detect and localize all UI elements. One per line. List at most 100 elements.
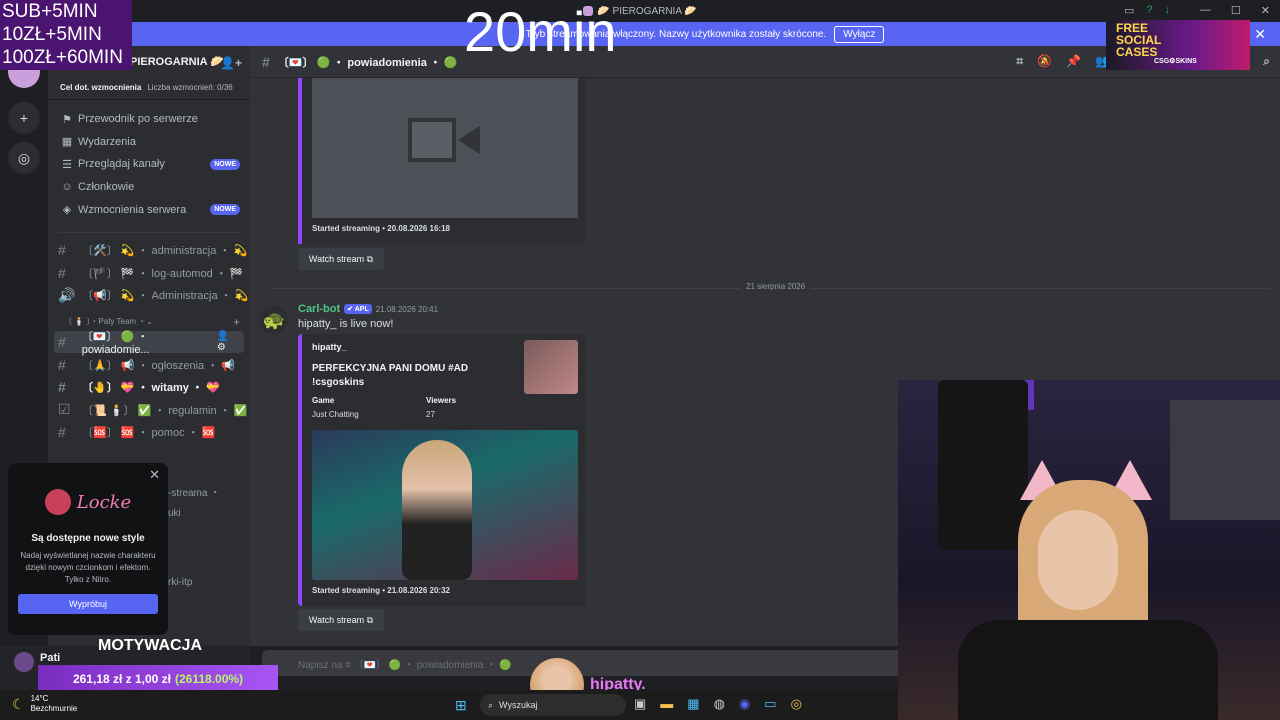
watch-stream-button[interactable]: Watch stream ⧉ xyxy=(298,248,384,270)
embed-footer: Started streaming • 20.08.2026 16:18 xyxy=(312,224,450,233)
webcam-overlay xyxy=(898,380,1280,720)
pin-icon[interactable]: 📌 xyxy=(1066,54,1081,69)
taskbar-apps: ▣ ▬ ▦ ◍ ◉ ▭ ◎ xyxy=(634,696,802,712)
taskbar-search[interactable]: ⌕ Wyszukaj xyxy=(480,694,626,716)
stream-preview-image[interactable] xyxy=(312,430,578,580)
rules-icon: ☑ xyxy=(58,401,71,418)
embed-title[interactable]: PERFEKCYJNA PANI DOMU #AD !csgoskins xyxy=(312,362,482,390)
nav-events[interactable]: ▦ Wydarzenia xyxy=(48,131,250,154)
message-header: Carl-bot ✔ APL 21.08.2026 20:41 xyxy=(298,303,438,315)
boost-goal[interactable]: Cel dot. wzmocnienia Liczba wzmocnień: 0… xyxy=(48,76,250,100)
bot-avatar[interactable]: 🐢 xyxy=(260,306,288,334)
calendar-icon: ▦ xyxy=(61,136,73,149)
minimize-button[interactable]: — xyxy=(1200,4,1211,17)
field-viewers-value: 27 xyxy=(426,410,435,419)
nav-server-guide[interactable]: ⚑ Przewodnik po serwerze xyxy=(48,108,250,131)
try-button[interactable]: Wypróbuj xyxy=(18,594,158,614)
channel-pomoc[interactable]: # 〔🆘〕 🆘 ・ pomoc ・ 🆘 xyxy=(48,421,250,444)
external-link-icon: ⧉ xyxy=(366,253,374,264)
window-controls: — ☐ ✕ xyxy=(1200,4,1270,17)
explore-icon[interactable]: ◎ xyxy=(8,142,40,174)
divider xyxy=(58,221,240,233)
ad-brand: CSG⚙SKINS xyxy=(1154,58,1197,65)
gear-icon[interactable]: 👤⚙ xyxy=(217,331,238,353)
close-icon[interactable]: ✕ xyxy=(149,467,160,483)
channel-label: 〔🆘〕 🆘 ・ pomoc ・ 🆘 xyxy=(82,427,216,440)
channel-title: 〔💌〕 🟢 ・ powiadomienia ・ 🟢 xyxy=(277,56,458,69)
app-icon[interactable]: ◍ xyxy=(714,696,725,712)
discord-icon[interactable]: ◉ xyxy=(739,696,750,712)
popup-body: Nadaj wyświetlanej nazwie charakteru dzi… xyxy=(20,551,156,584)
channel-log-automod[interactable]: # 〔🏴〕 🏁 ・ log-automod ・ 🏁 xyxy=(48,262,250,285)
avatar xyxy=(44,489,71,515)
streamer-body xyxy=(958,620,1218,720)
disable-streamer-mode-button[interactable]: Wyłącz xyxy=(834,25,885,43)
weather-condition: Bezchmurnie xyxy=(30,704,78,713)
voice-channel-administracja[interactable]: 🔊 〔📢〕 💫 ・ Administracja ・ 💫 xyxy=(48,284,250,307)
channel-label: 〔🛠️〕 💫 ・ administracja ・ 💫 xyxy=(82,245,248,258)
field-game-value: Just Chatting xyxy=(312,410,359,419)
search-icon[interactable]: ⌕ xyxy=(1263,54,1270,69)
donation-goal-bar: 261,18 zł z 1,00 zł (26118.00%) xyxy=(38,665,278,693)
windows-start-icon[interactable]: ⊞ xyxy=(455,697,467,714)
maximize-button[interactable]: ☐ xyxy=(1231,4,1241,17)
goal-amount: 261,18 zł z 1,00 zł xyxy=(72,672,171,686)
streamer-figure xyxy=(402,440,472,580)
date-divider: 21 sierpnia 2026 xyxy=(270,282,1270,291)
server-nav: ⚑ Przewodnik po serwerze ▦ Wydarzenia ☰ … xyxy=(48,100,250,221)
hash-icon: # xyxy=(58,242,66,259)
mute-icon[interactable]: 🔕 xyxy=(1037,54,1052,69)
windows-taskbar: ☾ 14°C Bezchmurnie ⊞ ⌕ Wyszukaj ▣ ▬ ▦ ◍ … xyxy=(0,690,898,720)
hash-icon: # xyxy=(58,356,66,373)
chrome-icon[interactable]: ◎ xyxy=(791,696,802,712)
stream-embed: hipatty_ PERFEKCYJNA PANI DOMU #AD !csgo… xyxy=(298,334,586,606)
nav-label: Przewodnik po serwerze xyxy=(78,113,198,126)
channel-label: 〔🙏〕 📢 ・ ogłoszenia ・ 📢 xyxy=(82,359,235,372)
watch-stream-button[interactable]: Watch stream ⧉ xyxy=(298,609,384,631)
channel-administracja[interactable]: # 〔🛠️〕 💫 ・ administracja ・ 💫 xyxy=(48,239,250,262)
close-button[interactable]: ✕ xyxy=(1261,4,1270,17)
watch-label: Watch stream xyxy=(308,254,365,264)
embed-thumbnail xyxy=(524,340,578,394)
close-notice-icon[interactable]: ✕ xyxy=(1254,26,1266,43)
channel-label: 〔💌〕 🟢 ・ powiadomie... xyxy=(81,331,150,357)
add-channel-icon[interactable]: + xyxy=(233,315,240,329)
search-placeholder: Wyszukaj xyxy=(499,700,538,710)
weather-widget[interactable]: ☾ 14°C Bezchmurnie xyxy=(12,694,77,714)
inbox-icon[interactable]: ▭ xyxy=(1124,4,1134,17)
embed-author[interactable]: hipatty_ xyxy=(312,342,347,352)
message-timestamp: 21.08.2026 20:41 xyxy=(375,304,439,314)
goal-percent: (26118.00%) xyxy=(175,672,244,686)
task-view-icon[interactable]: ▣ xyxy=(634,696,646,712)
nav-label: Członkowie xyxy=(78,181,135,194)
microphone xyxy=(938,380,1028,550)
boost-icon: ◈ xyxy=(62,204,72,217)
add-server-icon[interactable]: + xyxy=(8,102,40,134)
nav-server-boosts[interactable]: ◈ Wzmocnienia serwera NOWE xyxy=(48,198,250,221)
avatar[interactable] xyxy=(14,652,34,672)
nav-members[interactable]: ☺ Członkowie xyxy=(48,176,250,199)
download-icon[interactable]: ↓ xyxy=(1165,4,1171,17)
threads-icon[interactable]: ⌗ xyxy=(1016,54,1023,69)
channel-regulamin[interactable]: ☑ 〔📜 🕯️〕 ✅ ・ regulamin ・ ✅ xyxy=(48,399,250,422)
hash-icon: # xyxy=(262,53,270,70)
help-icon[interactable]: ? xyxy=(1146,4,1152,17)
channel-powiadomienia[interactable]: # 〔💌〕 🟢 ・ powiadomie... 👤⚙ xyxy=(54,330,244,357)
store-icon[interactable]: ▦ xyxy=(687,696,699,712)
temperature: 14°C xyxy=(30,694,49,703)
header-toolbar: ⌗ 🔕 📌 👥 xyxy=(1016,54,1110,69)
message-author[interactable]: Carl-bot xyxy=(298,303,340,315)
nav-browse-channels[interactable]: ☰ Przeglądaj kanały NOWE xyxy=(48,153,250,176)
video-camera-icon xyxy=(408,114,484,170)
channel-ogloszenia[interactable]: # 〔🙏〕 📢 ・ ogłoszenia ・ 📢 xyxy=(48,353,250,376)
rule-line: 100ZŁ+60MIN xyxy=(2,47,123,68)
subathon-timer: 20min xyxy=(464,0,617,63)
file-explorer-icon[interactable]: ▬ xyxy=(660,696,673,712)
invite-icon[interactable]: 👤+ xyxy=(220,56,242,70)
channel-witamy[interactable]: # 〔🤚〕 💝 ・ witamy ・ 💝 xyxy=(48,376,250,399)
new-badge: NOWE xyxy=(210,158,240,170)
new-badge: NOWE xyxy=(210,204,240,216)
video-placeholder xyxy=(312,78,578,218)
app-icon[interactable]: ▭ xyxy=(764,696,776,712)
date-divider-label: 21 sierpnia 2026 xyxy=(740,282,812,291)
